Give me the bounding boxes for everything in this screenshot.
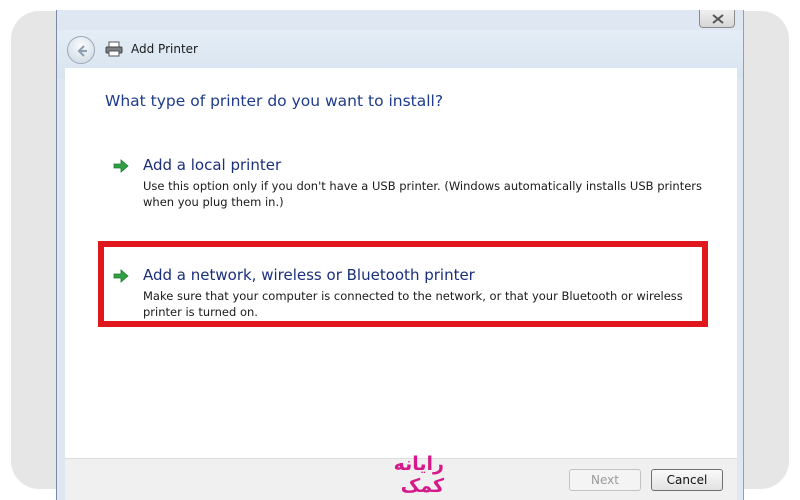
back-button[interactable]: [67, 36, 95, 64]
option-description: Make sure that your computer is connecte…: [143, 289, 683, 319]
wizard-content: What type of printer do you want to inst…: [65, 68, 737, 458]
option-title: Add a local printer: [143, 156, 282, 174]
close-icon: [712, 14, 724, 24]
close-button[interactable]: [699, 10, 735, 28]
green-arrow-icon: [113, 159, 129, 173]
window-title: Add Printer: [131, 42, 198, 56]
watermark-logo: رایانه کمک: [393, 453, 444, 497]
option-local-printer[interactable]: Add a local printer Use this option only…: [113, 156, 713, 212]
option-title: Add a network, wireless or Bluetooth pri…: [143, 266, 475, 284]
cancel-button[interactable]: Cancel: [651, 469, 723, 491]
next-button[interactable]: Next: [569, 469, 641, 491]
green-arrow-icon: [113, 269, 129, 283]
add-printer-window: Add Printer What type of printer do you …: [56, 10, 744, 500]
back-arrow-icon: [77, 45, 87, 57]
option-network-printer[interactable]: Add a network, wireless or Bluetooth pri…: [113, 266, 713, 322]
page-heading: What type of printer do you want to inst…: [105, 92, 444, 110]
option-description: Use this option only if you don't have a…: [143, 179, 703, 209]
printer-icon: [105, 41, 123, 57]
